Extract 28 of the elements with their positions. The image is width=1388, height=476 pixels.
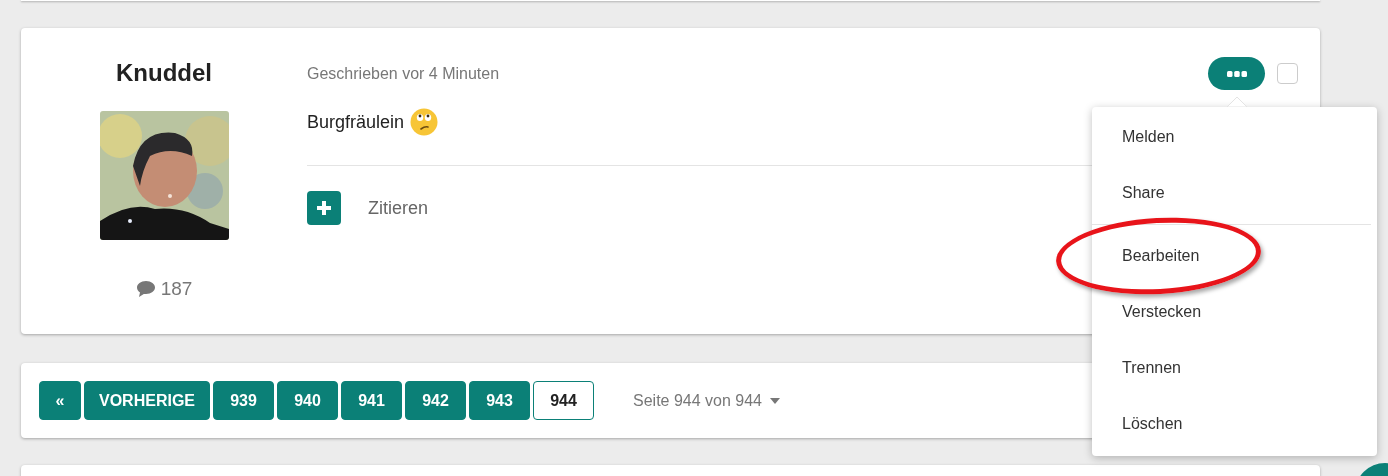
author-name[interactable]: Knuddel [116,59,212,87]
add-quote-button[interactable] [307,191,341,225]
caret-icon [770,397,780,404]
menu-item[interactable]: Trennen [1092,340,1371,396]
post-timestamp: Geschrieben vor 4 Minuten [307,64,500,83]
plus-icon [317,201,331,215]
page-button[interactable]: 944 [533,381,594,420]
emoji-icon [410,108,439,136]
more-icon [1226,70,1247,77]
post-count-number: 187 [160,278,193,300]
menu-item[interactable]: Löschen [1092,396,1371,452]
page-button[interactable]: 941 [341,381,402,420]
menu-item[interactable]: Share [1092,165,1371,221]
more-button[interactable] [1208,57,1265,90]
previous-button[interactable]: VORHERIGE [84,381,210,420]
quote-link[interactable]: Zitieren [368,197,429,219]
page-button[interactable]: 942 [405,381,466,420]
select-checkbox[interactable] [1277,63,1298,84]
page-button[interactable]: 940 [277,381,338,420]
menu-item[interactable]: Bearbeiten [1092,228,1371,284]
menu-item[interactable]: Melden [1092,109,1371,165]
page-button[interactable]: 943 [469,381,530,420]
menu-item[interactable]: Verstecken [1092,284,1371,340]
page-button[interactable]: 939 [213,381,274,420]
post-text: Burgfräulein [307,111,405,133]
page-selector[interactable]: Seite 944 von 944 [633,391,780,410]
comment-icon [135,280,156,298]
first-page-button[interactable]: « [39,381,81,420]
